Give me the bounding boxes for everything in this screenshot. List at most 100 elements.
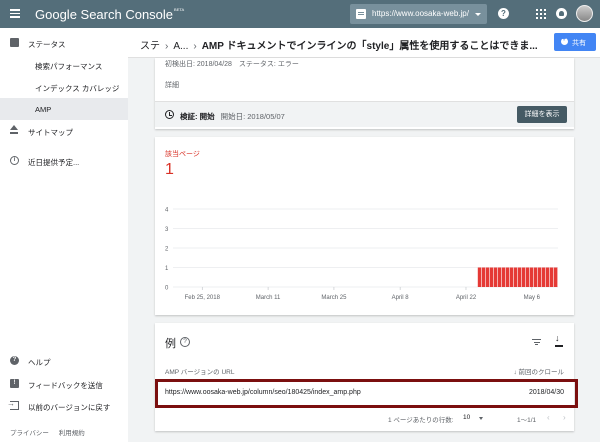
column-header-url: AMP バージョンの URL <box>165 369 235 376</box>
terms-link[interactable]: 利用規約 <box>59 430 85 437</box>
sidebar: ステータス 検索パフォーマンス インデックス カバレッジ AMP サイトマップ … <box>0 28 128 442</box>
y-tick-label: 3 <box>165 227 169 233</box>
x-tick-label: March 11 <box>256 295 281 301</box>
avatar[interactable] <box>576 5 593 22</box>
chart-bar <box>501 267 506 287</box>
menu-icon[interactable] <box>10 9 20 18</box>
chart-bar <box>485 267 490 287</box>
clock-icon <box>165 110 174 119</box>
chart-bar <box>553 267 558 287</box>
next-page-icon[interactable]: › <box>563 413 566 422</box>
sidebar-item-status[interactable]: ステータス <box>0 32 128 54</box>
breadcrumb: ステ › A... › AMP ドキュメントでインラインの「style」属性を使用するこ… <box>140 37 538 52</box>
privacy-link[interactable]: プライバシー <box>10 430 49 437</box>
sidebar-item-label: ステータス <box>28 40 66 49</box>
y-tick-label: 2 <box>165 247 169 253</box>
y-tick-label: 4 <box>165 208 169 214</box>
highlight-box <box>155 379 578 408</box>
share-label: 共有 <box>572 40 586 47</box>
column-header-label: 前回のクロール <box>518 369 565 376</box>
breadcrumb-item[interactable]: ステ <box>140 41 160 52</box>
help-icon: ? <box>10 356 19 365</box>
chart-bar <box>493 267 498 287</box>
chevron-right-icon: › <box>193 41 197 52</box>
y-tick-label: 0 <box>165 286 169 292</box>
chart-bar <box>541 267 546 287</box>
affected-pages-card: 該当ページ 1 0 1 2 3 4 Feb 25, 2018 March 11 March 2… <box>155 137 574 315</box>
chart-bar <box>497 267 502 287</box>
chart-bar <box>505 267 510 287</box>
notifications-icon[interactable] <box>556 8 567 19</box>
column-header-last-crawl[interactable]: ↓ 前回のクロール <box>513 366 564 376</box>
sidebar-item-label: フィードバックを送信 <box>28 381 103 390</box>
examples-title: 例 <box>165 338 176 350</box>
property-icon <box>356 9 366 19</box>
chart-bar <box>533 267 538 287</box>
x-tick-label: May 6 <box>524 295 541 301</box>
help-icon[interactable]: ? <box>498 8 509 19</box>
help-icon[interactable]: ? <box>180 337 190 347</box>
apps-icon[interactable] <box>536 9 546 19</box>
chart-bar <box>549 267 554 287</box>
sidebar-item-sitemaps[interactable]: サイトマップ <box>0 120 128 142</box>
pagination: 1 ページあたりの行数: 10 1～1/1 ‹ › <box>155 411 574 427</box>
x-tick-label: Feb 25, 2018 <box>185 295 221 301</box>
share-button[interactable]: 共有 <box>554 33 596 51</box>
y-tick-label: 1 <box>165 266 169 272</box>
chart-bar <box>529 267 534 287</box>
previous-page-icon[interactable]: ‹ <box>547 413 550 422</box>
chart-bar <box>517 267 522 287</box>
chart-bar <box>525 267 530 287</box>
beta-badge: BETA <box>174 7 185 12</box>
sidebar-item-label: 検索パフォーマンス <box>35 62 103 71</box>
chart-bar <box>509 267 514 287</box>
app-brand[interactable]: Google Search ConsoleBETA <box>35 7 184 22</box>
sidebar-item-performance[interactable]: 検索パフォーマンス <box>0 54 128 76</box>
sidebar-item-old-version[interactable]: 以前のバージョンに戻す <box>0 395 128 417</box>
sidebar-item-label: 以前のバージョンに戻す <box>28 403 111 412</box>
details-label: 詳細 <box>165 82 179 89</box>
upload-icon <box>10 125 18 134</box>
validation-bar: 検証: 開始 開始日: 2018/05/07 詳細を表示 <box>155 101 574 127</box>
sidebar-item-label: 近日提供予定... <box>28 158 80 167</box>
download-icon[interactable] <box>555 333 563 347</box>
chevron-down-icon[interactable] <box>479 417 483 420</box>
sidebar-item-label: AMP <box>35 105 52 114</box>
page-title: AMP ドキュメントでインラインの「style」属性を使用することはできま... <box>201 41 538 52</box>
validation-label: 検証: 開始 <box>180 112 215 121</box>
sidebar-item-label: ヘルプ <box>28 358 51 367</box>
chart-bar <box>513 267 518 287</box>
chart-bar <box>489 267 494 287</box>
sidebar-item-coming-soon[interactable]: i 近日提供予定... <box>0 150 128 172</box>
sidebar-item-label: サイトマップ <box>28 128 73 137</box>
property-selector[interactable]: https://www.oosaka-web.jp/ <box>350 4 487 24</box>
filter-icon[interactable] <box>532 339 541 346</box>
issue-details-card: 初検出日: 2018/04/28 ステータス: エラー 詳細 検証: 開始 開始日… <box>155 58 574 129</box>
chart-bar <box>521 267 526 287</box>
x-tick-label: April 22 <box>456 295 477 301</box>
property-url: https://www.oosaka-web.jp/ <box>372 9 469 18</box>
info-icon: i <box>10 156 19 165</box>
chevron-right-icon: › <box>165 41 169 52</box>
person-add-icon <box>561 36 568 45</box>
affected-pages-chart: 0 1 2 3 4 Feb 25, 2018 March 11 March 25 April 8… <box>165 208 558 301</box>
chart-bar <box>481 267 486 287</box>
breadcrumb-item[interactable]: A... <box>173 41 188 52</box>
rows-per-page-select[interactable]: 10 <box>463 414 470 421</box>
chart-bar <box>477 267 482 287</box>
chart-bar <box>537 267 542 287</box>
see-details-button[interactable]: 詳細を表示 <box>517 106 567 123</box>
validation-status: 検証: 開始 開始日: 2018/05/07 <box>180 111 285 122</box>
sidebar-item-amp[interactable]: AMP <box>0 98 128 120</box>
chart-icon <box>10 38 19 47</box>
sidebar-item-feedback[interactable]: ! フィードバックを送信 <box>0 373 128 395</box>
examples-card: 例 ? AMP バージョンの URL ↓ 前回のクロール https://www… <box>155 323 574 431</box>
sidebar-item-index-coverage[interactable]: インデックス カバレッジ <box>0 76 128 98</box>
x-tick-label: April 8 <box>392 295 410 301</box>
exit-icon <box>7 399 19 410</box>
sidebar-item-help[interactable]: ? ヘルプ <box>0 350 128 372</box>
issue-meta: 初検出日: 2018/04/28 ステータス: エラー <box>165 61 299 68</box>
sidebar-item-label: インデックス カバレッジ <box>35 84 120 93</box>
brand-name: Google Search Console <box>35 7 174 22</box>
feedback-icon: ! <box>10 379 19 388</box>
